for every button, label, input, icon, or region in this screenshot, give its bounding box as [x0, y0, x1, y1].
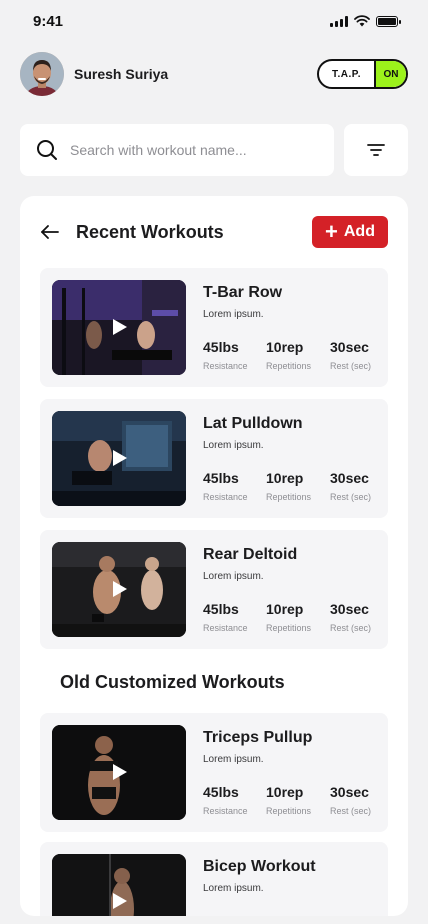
panel-header: Recent Workouts + Add	[40, 216, 388, 248]
stat-rest: 30sec Rest (sec)	[330, 339, 371, 371]
stat-resistance: 45lbs Resistance	[203, 784, 248, 816]
stat-value: 30sec	[330, 784, 369, 800]
workout-description: Lorem ipsum.	[203, 571, 264, 582]
wifi-icon	[354, 15, 370, 27]
back-button[interactable]	[40, 222, 60, 242]
stat-label: Rest (sec)	[330, 806, 372, 816]
status-icons	[330, 15, 401, 27]
workout-name: Rear Deltoid	[203, 546, 298, 563]
stat-label: Repetitions	[266, 492, 312, 502]
stat-label: Rest (sec)	[330, 492, 372, 502]
stat-label: Resistance	[203, 623, 248, 633]
stat-label: Resistance	[203, 361, 248, 371]
tap-toggle[interactable]: T.A.P. ON	[317, 59, 408, 89]
workout-description: Lorem ipsum.	[203, 754, 264, 765]
stat-value: 10rep	[266, 601, 304, 617]
stat-rest: 30sec Rest (sec)	[330, 601, 371, 633]
stat-resistance: 45lbs Resistance	[203, 601, 248, 633]
arrow-left-icon	[41, 225, 59, 239]
workout-video-thumbnail[interactable]	[52, 854, 186, 916]
stat-label: Rest (sec)	[330, 623, 372, 633]
tap-toggle-label: T.A.P.	[332, 68, 361, 80]
workout-description: Lorem ipsum.	[203, 440, 264, 451]
stat-value: 45lbs	[203, 339, 239, 355]
battery-icon	[376, 15, 401, 27]
recent-workouts-title: Recent Workouts	[76, 221, 224, 242]
play-icon	[113, 319, 127, 335]
filter-icon	[367, 144, 385, 156]
workout-card[interactable]: Rear Deltoid Lorem ipsum. 45lbs Resistan…	[40, 530, 388, 649]
stat-value: 10rep	[266, 470, 304, 486]
add-workout-button[interactable]: + Add	[312, 216, 388, 248]
workout-description: Lorem ipsum.	[203, 309, 264, 320]
stat-repetitions: 10rep Repetitions	[266, 339, 311, 371]
stat-value: 30sec	[330, 470, 369, 486]
workout-card[interactable]: T-Bar Row Lorem ipsum. 45lbs Resistance …	[40, 268, 388, 387]
stat-value: 10rep	[266, 339, 304, 355]
workout-name: T-Bar Row	[203, 284, 283, 301]
tap-toggle-state: ON	[374, 61, 406, 87]
stat-label: Repetitions	[266, 361, 312, 371]
plus-icon: +	[325, 219, 338, 244]
stat-repetitions: 10rep Repetitions	[266, 470, 311, 502]
stat-value: 45lbs	[203, 601, 239, 617]
stat-value: 10rep	[266, 784, 304, 800]
workout-name: Triceps Pullup	[203, 729, 313, 746]
stat-repetitions: 10rep Repetitions	[266, 784, 311, 816]
status-time: 9:41	[33, 13, 64, 30]
stat-value: 45lbs	[203, 784, 239, 800]
stat-label: Resistance	[203, 806, 248, 816]
workout-video-thumbnail[interactable]	[52, 542, 186, 637]
stat-label: Resistance	[203, 492, 248, 502]
stat-label: Repetitions	[266, 806, 312, 816]
workout-video-thumbnail[interactable]	[52, 725, 186, 820]
workout-video-thumbnail[interactable]	[52, 411, 186, 506]
stat-rest: 30sec Rest (sec)	[330, 784, 371, 816]
play-icon	[113, 893, 127, 909]
stat-value: 30sec	[330, 339, 369, 355]
workout-name: Bicep Workout	[203, 858, 316, 875]
stat-label: Rest (sec)	[330, 361, 372, 371]
avatar[interactable]	[20, 52, 64, 96]
search-input[interactable]	[70, 142, 320, 158]
old-workouts-title: Old Customized Workouts	[60, 672, 285, 692]
stat-value: 30sec	[330, 601, 369, 617]
user-name: Suresh Suriya	[74, 66, 169, 82]
workout-card[interactable]: Bicep Workout Lorem ipsum.	[40, 842, 388, 916]
stat-resistance: 45lbs Resistance	[203, 339, 248, 371]
profile-header: Suresh Suriya T.A.P. ON	[20, 52, 408, 96]
stat-repetitions: 10rep Repetitions	[266, 601, 311, 633]
add-button-label: Add	[343, 223, 375, 240]
workouts-panel: Recent Workouts + Add T-Bar Row Lorem ip…	[20, 196, 408, 916]
play-icon	[113, 581, 127, 597]
search-icon	[37, 140, 57, 160]
stat-label: Repetitions	[266, 623, 312, 633]
workout-card[interactable]: Triceps Pullup Lorem ipsum. 45lbs Resist…	[40, 713, 388, 832]
status-bar: 9:41	[0, 0, 428, 44]
workout-video-thumbnail[interactable]	[52, 280, 186, 375]
search-bar	[20, 124, 334, 176]
workout-description: Lorem ipsum.	[203, 883, 264, 894]
workout-name: Lat Pulldown	[203, 415, 303, 432]
filter-button[interactable]	[344, 124, 408, 176]
stat-value: 45lbs	[203, 470, 239, 486]
workout-card[interactable]: Lat Pulldown Lorem ipsum. 45lbs Resistan…	[40, 399, 388, 518]
play-icon	[113, 450, 127, 466]
stat-resistance: 45lbs Resistance	[203, 470, 248, 502]
play-icon	[113, 764, 127, 780]
signal-icon	[330, 15, 348, 27]
stat-rest: 30sec Rest (sec)	[330, 470, 371, 502]
